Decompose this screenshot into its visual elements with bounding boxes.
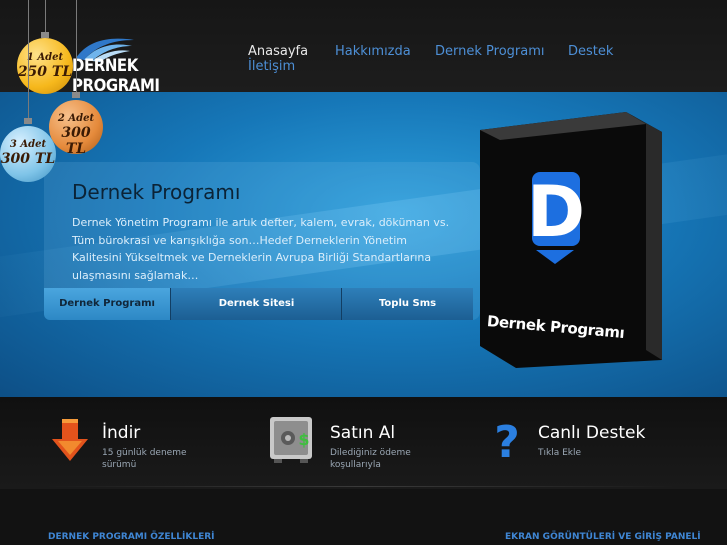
features-link[interactable]: DERNEK PROGRAMI ÖZELLİKLERİ xyxy=(48,532,215,542)
ornament-ball: 2 Adet 300 TL xyxy=(49,100,103,157)
ornament-count: 2 Adet xyxy=(57,113,95,124)
download-arrow-icon xyxy=(52,419,88,461)
svg-text:?: ? xyxy=(494,417,520,465)
hero-banner: Dernek Programı Dernek Yönetim Programı … xyxy=(0,92,727,397)
feature-subtitle: 15 günlük deneme sürümü xyxy=(102,448,187,470)
nav-item-anasayfa[interactable]: Anasayfa xyxy=(248,44,308,59)
ornament-cap-icon xyxy=(72,92,80,98)
tab-dernek-programi[interactable]: Dernek Programı xyxy=(44,288,170,320)
hero-title: Dernek Programı xyxy=(72,180,241,204)
tab-dernek-sitesi[interactable]: Dernek Sitesi xyxy=(170,288,342,320)
safe-money-icon: $ xyxy=(270,417,312,463)
feature-live-support[interactable]: ? Canlı Destek Tıkla Ekle xyxy=(490,415,690,475)
ornament-price: 300 TL xyxy=(0,151,56,167)
ornament-ball: 3 Adet 300 TL xyxy=(0,126,56,182)
ornament-string xyxy=(76,0,77,96)
hero-description: Dernek Yönetim Programı ile artık defter… xyxy=(72,216,450,282)
ornament-string xyxy=(28,0,29,122)
main-nav: Anasayfa Hakkımızda Dernek Programı Dest… xyxy=(248,44,668,78)
feature-download[interactable]: İndir 15 günlük deneme sürümü xyxy=(52,415,222,475)
product-box-letter: D xyxy=(527,171,585,253)
feature-buy[interactable]: $ Satın Al Dilediğiniz ödeme koşullarıyl… xyxy=(268,415,448,475)
nav-item-iletisim[interactable]: İletişim xyxy=(248,59,295,74)
nav-item-hakkimizda[interactable]: Hakkımızda xyxy=(335,44,411,59)
price-ornament-2[interactable]: 2 Adet 300 TL xyxy=(49,0,103,158)
site-header: DERNEK PROGRAMI Anasayfa Hakkımızda Dern… xyxy=(0,0,727,96)
nav-item-dernek-programi[interactable]: Dernek Programı xyxy=(435,44,544,59)
ornament-price: 300 TL xyxy=(61,125,91,157)
feature-title: Satın Al xyxy=(330,423,396,443)
feature-title: Canlı Destek xyxy=(538,423,646,443)
feature-subtitle: Dilediğiniz ödeme koşullarıyla xyxy=(330,448,411,470)
hero-tabs: Dernek Programı Dernek Sitesi Toplu Sms xyxy=(44,288,473,320)
svg-text:$: $ xyxy=(298,430,309,449)
ornament-cap-icon xyxy=(24,118,32,124)
feature-subtitle: Tıkla Ekle xyxy=(538,448,582,458)
question-mark-icon: ? xyxy=(494,417,520,465)
screenshots-link[interactable]: EKRAN GÖRÜNTÜLERİ VE GİRİŞ PANELİ xyxy=(505,532,701,542)
price-ornament-3[interactable]: 3 Adet 300 TL xyxy=(0,0,56,186)
ornament-count: 3 Adet xyxy=(9,139,47,150)
tab-toplu-sms[interactable]: Toplu Sms xyxy=(341,288,473,320)
section-divider xyxy=(40,486,680,487)
nav-item-destek[interactable]: Destek xyxy=(568,44,613,59)
feature-strip: İndir 15 günlük deneme sürümü $ Satın Al… xyxy=(0,397,727,489)
feature-title: İndir xyxy=(102,423,141,443)
